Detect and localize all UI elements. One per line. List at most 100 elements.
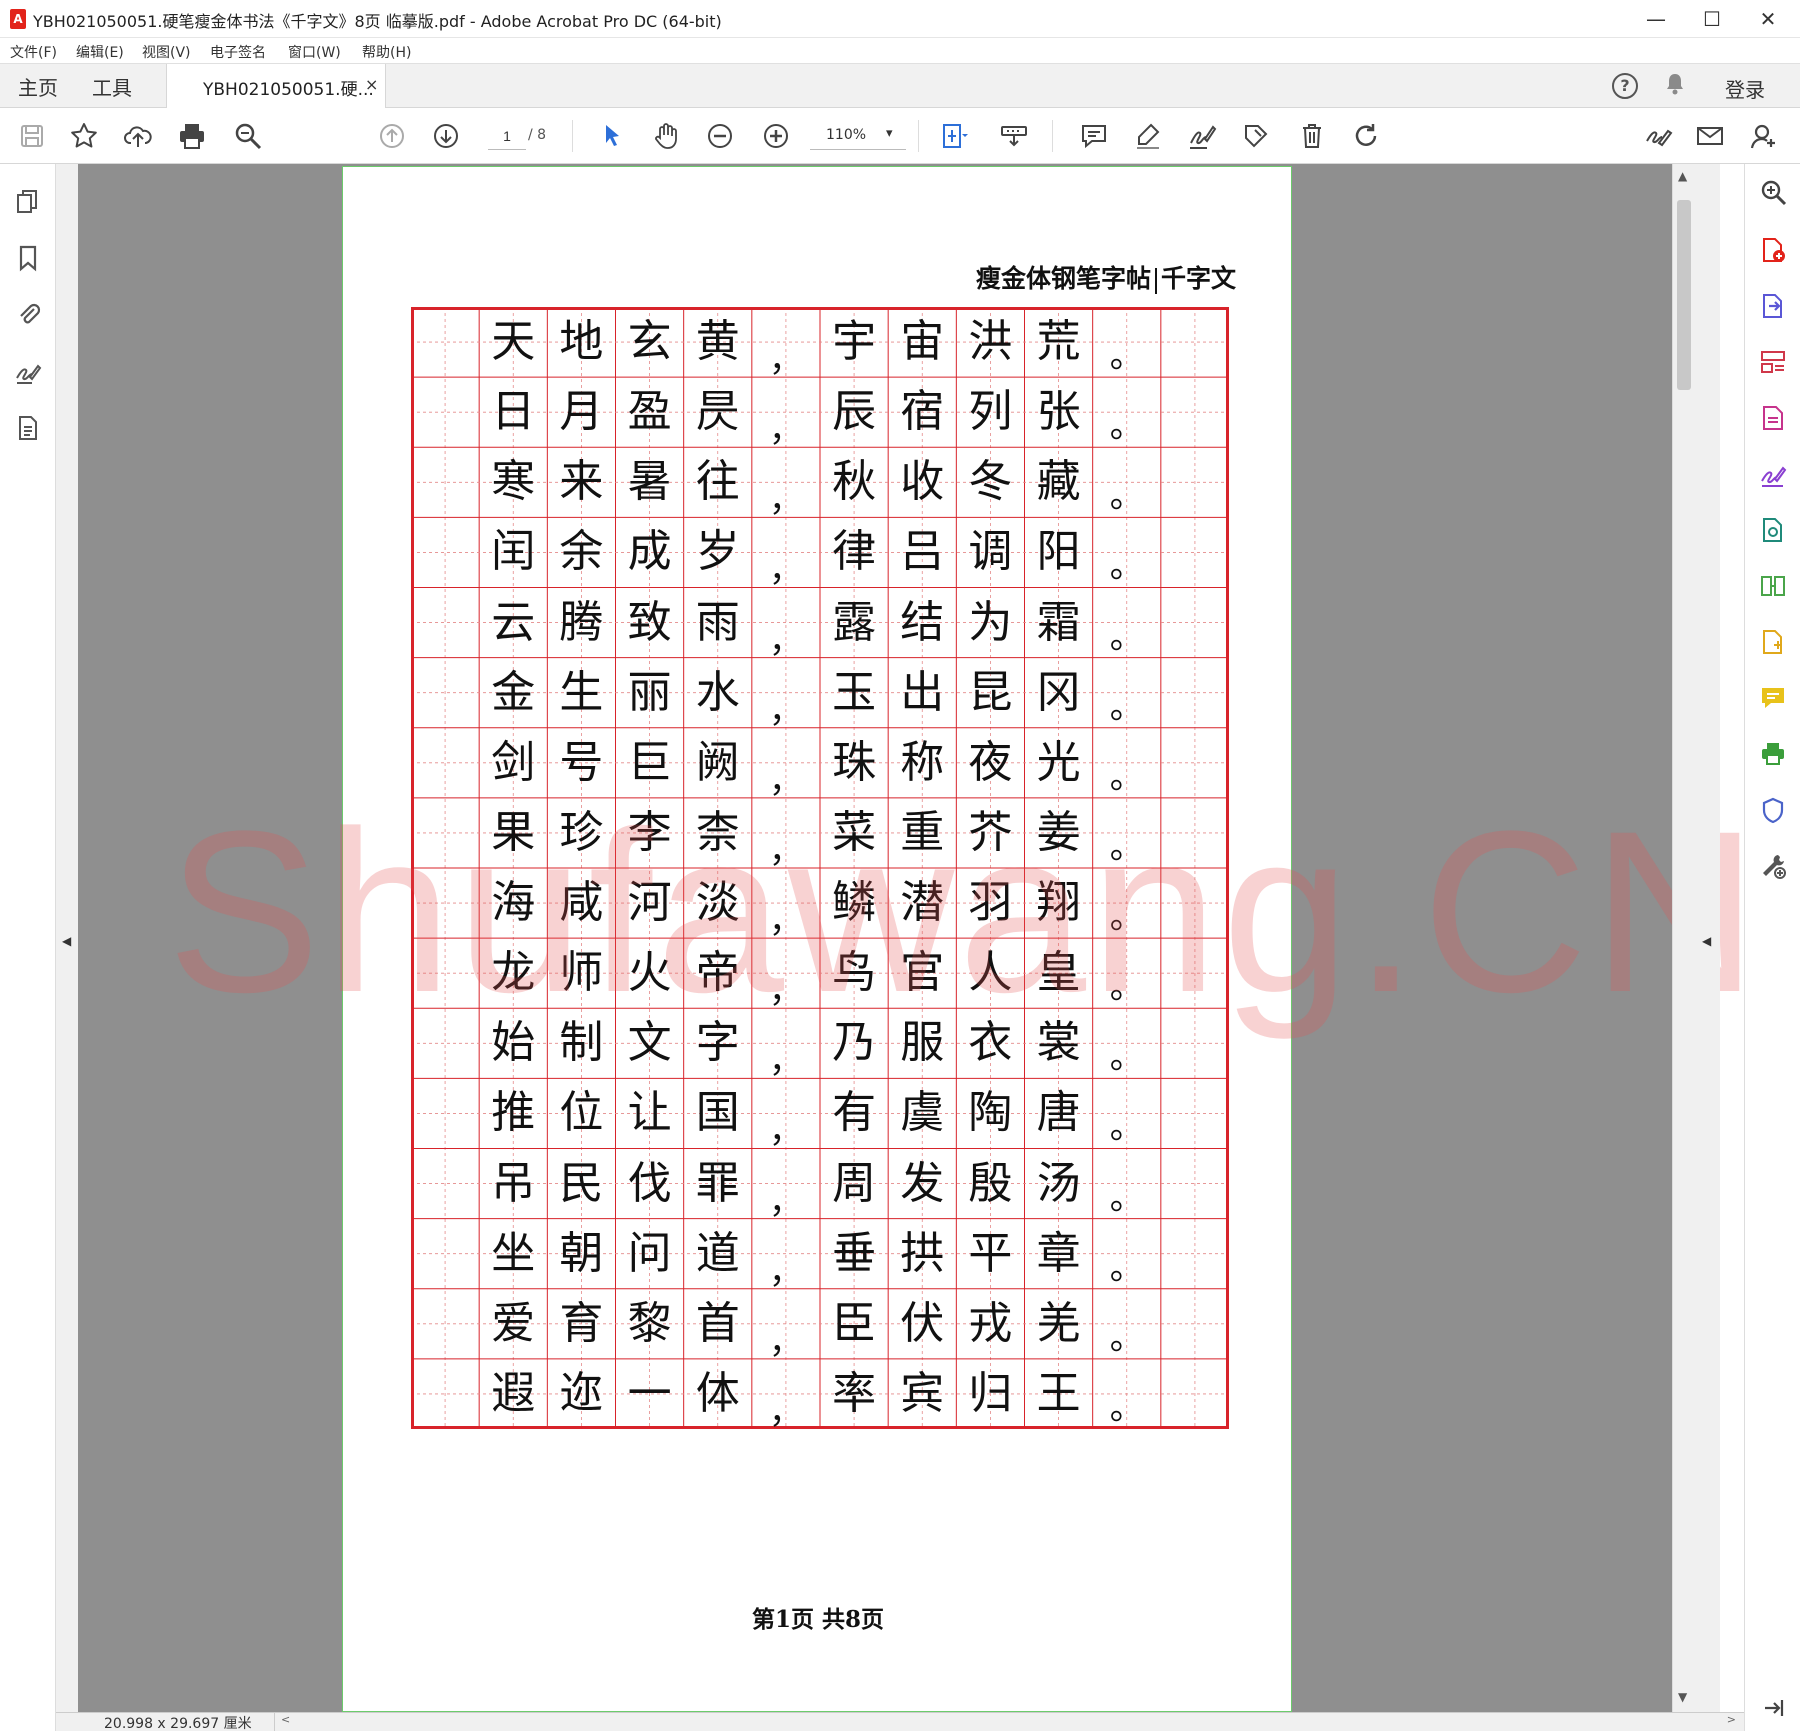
comment-tool-icon[interactable] (1757, 682, 1789, 714)
signature-panel-icon[interactable] (12, 356, 44, 388)
zoom-in-icon[interactable] (756, 116, 796, 156)
grid-character: 衣 (968, 1017, 1013, 1069)
page-thumbnails-icon[interactable] (12, 186, 44, 218)
maximize-button[interactable]: ☐ (1684, 0, 1740, 38)
vertical-scrollbar[interactable]: ▲ ▼ ◀ (1672, 164, 1720, 1712)
grid-character: 宿 (900, 386, 945, 438)
grid-character: 洪 (968, 316, 1013, 368)
menu-help[interactable]: 帮助(H) (362, 42, 411, 62)
highlight-icon[interactable] (1128, 116, 1168, 156)
left-panel-toggle[interactable]: ◀ (56, 164, 78, 1712)
tab-document[interactable]: YBH021050051.硬... × (166, 64, 386, 108)
grid-character: 珠 (832, 736, 877, 788)
hand-tool-icon[interactable] (646, 116, 686, 156)
menu-window[interactable]: 窗口(W) (288, 42, 341, 62)
grid-period: 。 (1109, 1317, 1144, 1358)
tab-home[interactable]: 主页 (18, 72, 58, 101)
grid-comma: ， (768, 760, 803, 801)
grid-character: 姜 (1036, 806, 1081, 858)
select-tool-icon[interactable] (592, 116, 632, 156)
page-number-input[interactable] (488, 122, 526, 150)
scroll-track[interactable]: ▲ ▼ (1672, 164, 1694, 1712)
zoom-select[interactable]: 110% ▾ (810, 122, 906, 150)
export-pdf-icon[interactable] (1757, 290, 1789, 322)
close-window-button[interactable]: ✕ (1740, 0, 1796, 38)
horizontal-scrollbar[interactable]: < > (274, 1713, 1742, 1731)
stamp-icon[interactable] (1236, 116, 1276, 156)
grid-character: 称 (900, 736, 945, 788)
keyboard-tool-icon[interactable] (994, 116, 1034, 156)
previous-page-icon[interactable] (372, 116, 412, 156)
print-production-icon[interactable] (1757, 738, 1789, 770)
next-page-icon[interactable] (426, 116, 466, 156)
grid-period: 。 (1109, 546, 1144, 587)
comment-icon[interactable] (1074, 116, 1114, 156)
help-icon[interactable]: ? (1612, 73, 1638, 99)
caret-left-icon[interactable]: ◀ (1702, 934, 1711, 948)
find-icon[interactable] (228, 116, 268, 156)
fill-sign-icon[interactable] (1638, 116, 1678, 156)
grid-character: 重 (900, 806, 945, 858)
document-properties-icon[interactable] (12, 412, 44, 444)
combine-files-icon[interactable] (1757, 514, 1789, 546)
grid-character: 号 (559, 736, 604, 788)
fit-page-icon[interactable] (934, 116, 974, 156)
scroll-thumb[interactable] (1677, 200, 1691, 390)
email-icon[interactable] (1690, 116, 1730, 156)
grid-character: 果 (491, 806, 536, 858)
header-subtitle: 千字文 (1160, 264, 1236, 293)
zoom-out-icon[interactable] (700, 116, 740, 156)
grid-character: 皇 (1036, 947, 1081, 999)
scroll-left-icon[interactable]: < (281, 1713, 290, 1726)
more-tools-icon[interactable] (1757, 850, 1789, 882)
grid-character: 金 (491, 666, 536, 718)
pdf-page: 瘦金体钢笔字帖 千字文 天地玄黄宇宙洪荒，。日月盈昃辰宿列张，。寒来暑往秋收冬藏，… (167, 166, 1758, 1712)
scroll-down-icon[interactable]: ▼ (1678, 1690, 1687, 1704)
bell-icon[interactable] (1664, 72, 1686, 102)
delete-icon[interactable] (1292, 116, 1332, 156)
search-zoom-icon[interactable] (1757, 176, 1789, 208)
share-user-icon[interactable] (1744, 116, 1784, 156)
fill-sign-tool-icon[interactable] (1757, 458, 1789, 490)
grid-period: 。 (1109, 336, 1144, 377)
edit-pdf-icon[interactable] (1757, 402, 1789, 434)
menu-esign[interactable]: 电子签名 (210, 42, 266, 62)
scroll-right-icon[interactable]: > (1727, 1713, 1736, 1726)
close-tab-icon[interactable]: × (365, 75, 378, 94)
attachment-icon[interactable] (12, 298, 44, 330)
document-viewport[interactable]: ◀ 瘦金体钢笔字帖 千字文 天地玄黄宇宙洪荒，。日月盈昃辰宿列张，。寒来暑往秋收冬… (56, 164, 1758, 1712)
grid-comma: ， (768, 340, 803, 381)
menu-file[interactable]: 文件(F) (10, 42, 57, 62)
minimize-button[interactable]: — (1628, 0, 1684, 38)
organize-pages-icon[interactable] (1757, 346, 1789, 378)
sign-icon[interactable] (1182, 116, 1222, 156)
bookmark-icon[interactable] (12, 242, 44, 274)
grid-character: 往 (695, 456, 740, 508)
grid-period: 。 (1109, 1247, 1144, 1288)
login-button[interactable]: 登录 (1725, 74, 1765, 103)
create-pdf-icon[interactable] (1757, 234, 1789, 266)
send-for-review-icon[interactable] (1757, 626, 1789, 658)
compare-icon[interactable] (1757, 570, 1789, 602)
star-icon[interactable] (64, 116, 104, 156)
grid-character: 冈 (1036, 666, 1081, 718)
grid-comma: ， (768, 410, 803, 451)
grid-character: 剑 (491, 736, 536, 788)
tab-tools[interactable]: 工具 (92, 72, 132, 101)
menu-edit[interactable]: 编辑(E) (76, 42, 124, 62)
grid-character: 唐 (1036, 1087, 1081, 1139)
scroll-up-icon[interactable]: ▲ (1678, 169, 1687, 183)
grid-character: 调 (968, 526, 1013, 578)
grid-character: 地 (559, 316, 604, 368)
grid-character: 迩 (559, 1367, 604, 1419)
protect-icon[interactable] (1757, 794, 1789, 826)
grid-comma: ， (768, 1251, 803, 1292)
menu-view[interactable]: 视图(V) (142, 42, 191, 62)
print-icon[interactable] (172, 116, 212, 156)
rotate-icon[interactable] (1346, 116, 1386, 156)
grid-comma: ， (768, 480, 803, 521)
cloud-upload-icon[interactable] (118, 116, 158, 156)
collapse-panel-icon[interactable] (1757, 1692, 1789, 1724)
grid-character: 玄 (627, 316, 672, 368)
save-icon[interactable] (12, 116, 52, 156)
